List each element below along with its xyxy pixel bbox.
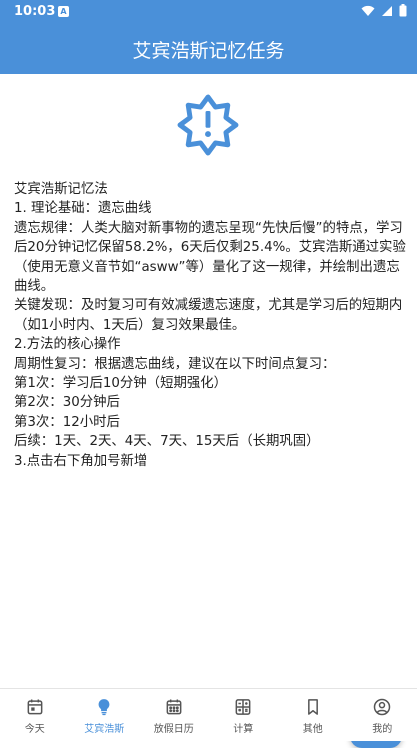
status-bar: 10:03 A [0, 0, 417, 24]
nav-label: 我的 [372, 720, 392, 735]
nav-item-holiday-calendar[interactable]: 放假日历 [139, 689, 209, 741]
nav-label: 放假日历 [154, 720, 194, 735]
profile-icon [372, 697, 392, 717]
text-line: 关键发现：及时复习可有效减缓遗忘速度，尤其是学习后的短期内（如1小时内、1天后）… [14, 296, 406, 335]
notification-a-icon: A [58, 6, 69, 17]
nav-item-ebbinghaus[interactable]: 艾宾浩斯 [70, 689, 140, 741]
page-title: 艾宾浩斯记忆任务 [132, 36, 284, 63]
text-line: 第3次：12小时后 [14, 413, 406, 432]
text-line: 第2次：30分钟后 [14, 393, 406, 412]
nav-item-calculate[interactable]: 计算 [209, 689, 279, 741]
text-line: 周期性复习：根据遗忘曲线，建议在以下时间点复习： [14, 355, 406, 374]
signal-icon [381, 5, 393, 17]
calculator-icon [233, 697, 253, 717]
nav-label: 艾宾浩斯 [84, 720, 124, 735]
text-line: 1. 理论基础：遗忘曲线 [14, 199, 406, 218]
nav-item-other[interactable]: 其他 [278, 689, 348, 741]
text-line: 第1次：学习后10分钟（短期强化） [14, 374, 406, 393]
nav-label: 计算 [233, 720, 253, 735]
bookmark-icon [303, 697, 323, 717]
alert-badge-icon [173, 90, 243, 160]
nav-label: 今天 [25, 720, 45, 735]
text-line: 2.方法的核心操作 [14, 335, 406, 354]
lightbulb-icon [94, 697, 114, 717]
calendar-today-icon [25, 697, 45, 717]
nav-item-today[interactable]: 今天 [0, 689, 70, 741]
nav-item-mine[interactable]: 我的 [348, 689, 417, 741]
calendar-month-icon [164, 697, 184, 717]
app-bar: 艾宾浩斯记忆任务 [0, 24, 417, 74]
text-line: 遗忘规律：人类大脑对新事物的遗忘呈现“先快后慢”的特点，学习后20分钟记忆保留5… [14, 219, 406, 297]
battery-icon [399, 4, 407, 17]
wifi-icon [361, 5, 375, 17]
text-line: 3.点击右下角加号新增 [14, 452, 406, 471]
main-content: 艾宾浩斯记忆法 1. 理论基础：遗忘曲线 遗忘规律：人类大脑对新事物的遗忘呈现“… [0, 74, 417, 688]
status-time: 10:03 [14, 4, 55, 19]
ebbinghaus-description: 艾宾浩斯记忆法 1. 理论基础：遗忘曲线 遗忘规律：人类大脑对新事物的遗忘呈现“… [14, 180, 406, 471]
text-line: 艾宾浩斯记忆法 [14, 180, 406, 199]
text-line: 后续：1天、2天、4天、7天、15天后（长期巩固） [14, 432, 406, 451]
bottom-nav: 今天 艾宾浩斯 放假日历 [0, 688, 417, 741]
nav-label: 其他 [303, 720, 323, 735]
status-indicators [361, 4, 407, 17]
